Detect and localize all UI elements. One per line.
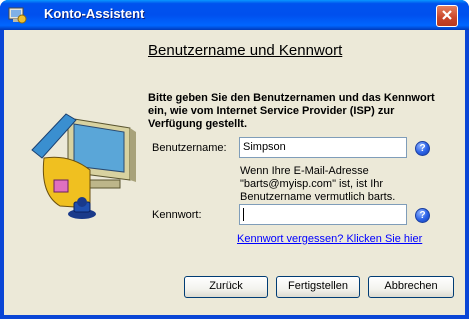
account-wizard-icon xyxy=(7,5,27,25)
username-label: Benutzername: xyxy=(152,142,227,154)
back-button[interactable]: Zurück xyxy=(184,276,268,298)
close-button[interactable] xyxy=(436,5,458,27)
forgot-password-link[interactable]: Kennwort vergessen? Klicken Sie hier xyxy=(237,233,422,245)
username-help-icon[interactable]: ? xyxy=(415,141,430,156)
instruction-text: Bitte geben Sie den Benutzernamen und da… xyxy=(148,92,435,130)
cancel-button[interactable]: Abbrechen xyxy=(368,276,454,298)
close-icon xyxy=(441,9,453,24)
password-label: Kennwort: xyxy=(152,209,202,221)
username-value: Simpson xyxy=(243,141,286,153)
dialog-window: Konto-Assistent Benutzername und Kennwor… xyxy=(0,0,469,319)
finish-button[interactable]: Fertigstellen xyxy=(276,276,360,298)
username-hint: Wenn Ihre E-Mail-Adresse "barts@myisp.co… xyxy=(240,165,396,203)
page-title: Benutzername und Kennwort xyxy=(148,42,343,59)
computer-mail-illustration-icon xyxy=(30,110,140,220)
window-title: Konto-Assistent xyxy=(44,6,145,21)
dialog-content: Benutzername und Kennwort Bitte geben Si… xyxy=(4,30,465,315)
text-caret xyxy=(243,208,244,221)
password-help-icon[interactable]: ? xyxy=(415,208,430,223)
username-field[interactable]: Simpson xyxy=(239,137,407,158)
title-bar[interactable]: Konto-Assistent xyxy=(0,0,469,30)
password-field[interactable] xyxy=(239,204,407,225)
